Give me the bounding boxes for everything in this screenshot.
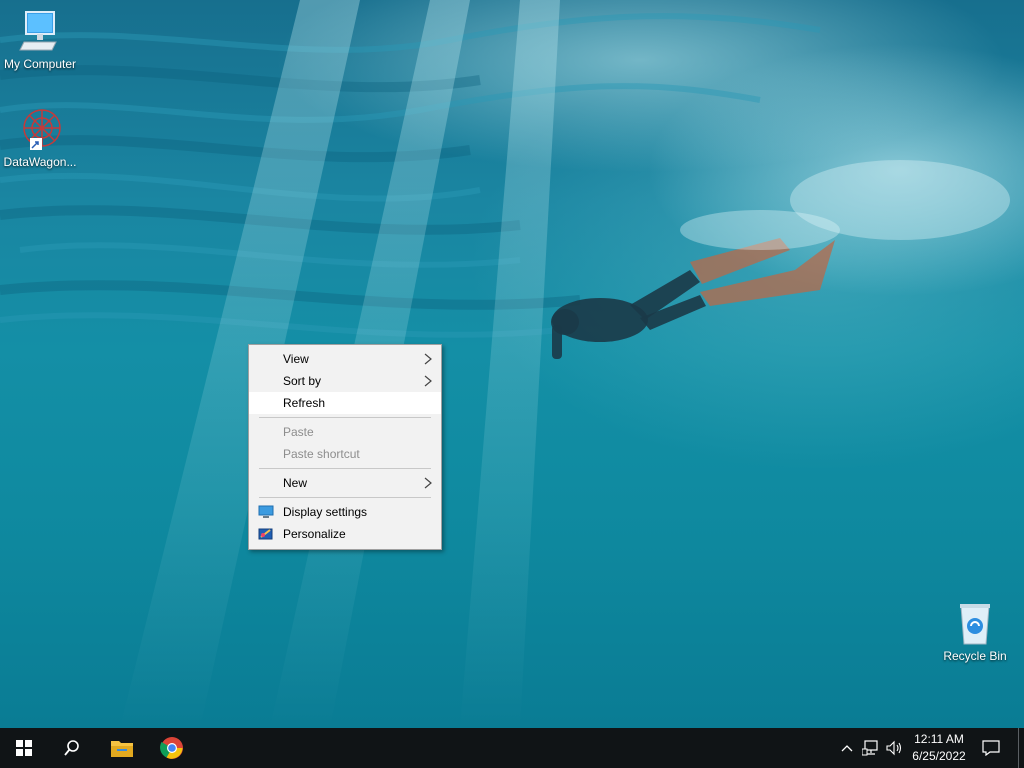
clock-time: 12:11 AM [914,732,964,746]
recycle-bin-icon [951,602,999,646]
chevron-right-icon [424,477,432,489]
desktop-context-menu: View Sort by Refresh Paste Paste shortcu… [248,344,442,550]
menu-item-label: Paste shortcut [283,447,360,461]
network-button[interactable] [860,728,882,768]
search-icon [64,740,79,756]
menu-item-new[interactable]: New [249,472,441,494]
chevron-right-icon [424,353,432,365]
menu-item-label: View [283,352,309,366]
datawagon-icon [16,108,64,152]
menu-item-label: Personalize [283,527,346,541]
menu-item-refresh[interactable]: Refresh [249,392,441,414]
chevron-up-icon [841,745,853,752]
taskbar: 12:11 AM 6/25/2022 [0,728,1024,768]
desktop-icon-datawagon[interactable]: DataWagon... [0,108,80,169]
start-button[interactable] [0,728,48,768]
chevron-right-icon [424,375,432,387]
volume-icon [886,740,902,756]
volume-button[interactable] [884,728,906,768]
menu-item-label: Display settings [283,505,368,519]
menu-item-label: Sort by [283,374,322,388]
file-explorer-button[interactable] [98,728,146,768]
action-center-button[interactable] [980,728,1002,768]
wallpaper-underwater-art [0,0,1010,728]
clock-date: 6/25/2022 [912,749,966,763]
menu-item-display-settings[interactable]: Display settings [249,501,441,523]
menu-item-paste: Paste [249,421,441,443]
chrome-button[interactable] [148,728,196,768]
start-icon [16,740,32,756]
menu-item-label: New [283,476,308,490]
desktop-icon-label: My Computer [3,57,77,71]
desktop-icon-label: Recycle Bin [943,649,1007,663]
desktop-background[interactable]: My Computer DataWagon... Recycle Bin Vie… [0,0,1024,728]
menu-item-personalize[interactable]: Personalize [249,523,441,545]
menu-item-label: Paste [283,425,314,439]
computer-icon [16,10,64,54]
menu-item-sort-by[interactable]: Sort by [249,370,441,392]
chrome-icon [160,737,183,759]
menu-item-label: Refresh [283,396,326,410]
show-hidden-icons-button[interactable] [836,728,858,768]
show-desktop-divider[interactable] [1018,728,1019,768]
menu-separator [259,417,431,418]
desktop-icon-my-computer[interactable]: My Computer [0,10,80,71]
menu-item-paste-shortcut: Paste shortcut [249,443,441,465]
system-clock[interactable]: 12:11 AM 6/25/2022 [905,731,973,765]
menu-item-view[interactable]: View [249,348,441,370]
desktop-icon-recycle-bin[interactable]: Recycle Bin [935,602,1015,663]
display-settings-icon [258,505,274,518]
menu-separator [259,497,431,498]
desktop-icon-label: DataWagon... [3,155,77,169]
menu-separator [259,468,431,469]
network-icon [862,740,878,756]
personalize-icon [258,528,273,540]
file-explorer-icon [111,741,133,757]
notification-icon [982,740,1000,756]
search-button[interactable] [48,728,96,768]
